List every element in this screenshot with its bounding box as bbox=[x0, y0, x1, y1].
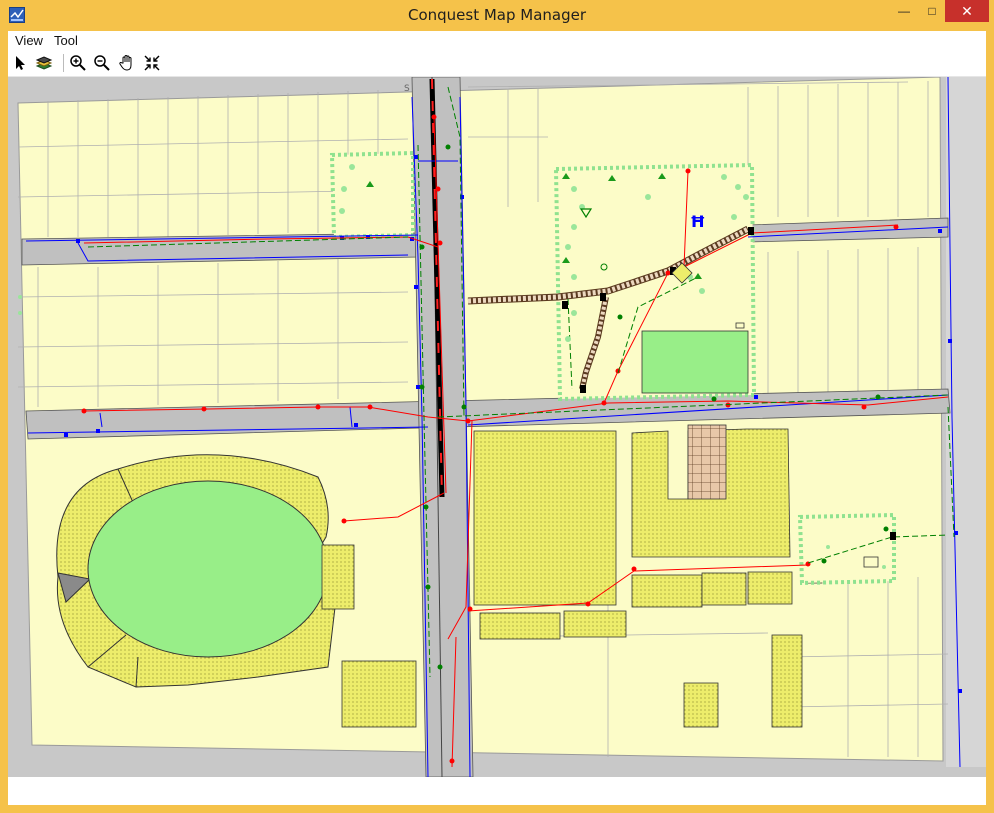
close-button[interactable]: ✕ bbox=[945, 0, 989, 22]
menu-bar: View Tool bbox=[8, 31, 986, 50]
stadium-field bbox=[87, 480, 329, 658]
app-window: Conquest Map Manager — □ ✕ View Tool Ħ S bbox=[0, 0, 994, 813]
park-shelter bbox=[863, 556, 879, 568]
map-bottom-margin bbox=[8, 777, 986, 805]
park-southeast bbox=[797, 512, 896, 586]
map-canvas[interactable]: Ħ S bbox=[8, 76, 986, 805]
picnic-area-icon: Ħ bbox=[690, 212, 706, 231]
plaza-grid bbox=[687, 424, 727, 500]
zoom-extents-button[interactable] bbox=[142, 53, 162, 73]
zoom-extents-icon bbox=[144, 55, 160, 71]
minimize-icon: — bbox=[898, 4, 910, 18]
title-bar[interactable]: Conquest Map Manager — □ ✕ bbox=[0, 0, 994, 31]
menu-view[interactable]: View bbox=[15, 33, 43, 48]
toolbar bbox=[8, 50, 986, 77]
layers-tool-button[interactable] bbox=[34, 53, 54, 73]
client-area: View Tool Ħ S bbox=[8, 31, 986, 805]
stadium bbox=[56, 454, 339, 688]
minimize-button[interactable]: — bbox=[889, 0, 919, 22]
maximize-icon: □ bbox=[928, 4, 936, 18]
toolbar-separator bbox=[63, 54, 64, 72]
pan-button[interactable] bbox=[117, 53, 137, 73]
select-arrow-icon bbox=[16, 56, 25, 70]
map-svg: Ħ S bbox=[8, 76, 986, 805]
park-field bbox=[641, 330, 749, 394]
park-north-small bbox=[329, 150, 415, 240]
maximize-button[interactable]: □ bbox=[919, 0, 945, 22]
map-north-label: S bbox=[404, 84, 410, 94]
pan-hand-icon bbox=[119, 54, 132, 71]
menu-tool[interactable]: Tool bbox=[54, 33, 78, 48]
select-tool-button[interactable] bbox=[10, 53, 30, 73]
zoom-in-icon bbox=[70, 55, 86, 71]
zoom-out-button[interactable] bbox=[92, 53, 112, 73]
layers-icon bbox=[35, 56, 53, 70]
sign-marker bbox=[735, 322, 745, 329]
zoom-in-button[interactable] bbox=[68, 53, 88, 73]
close-icon: ✕ bbox=[961, 2, 973, 19]
window-title: Conquest Map Manager bbox=[407, 6, 587, 24]
zoom-out-icon bbox=[94, 55, 110, 71]
